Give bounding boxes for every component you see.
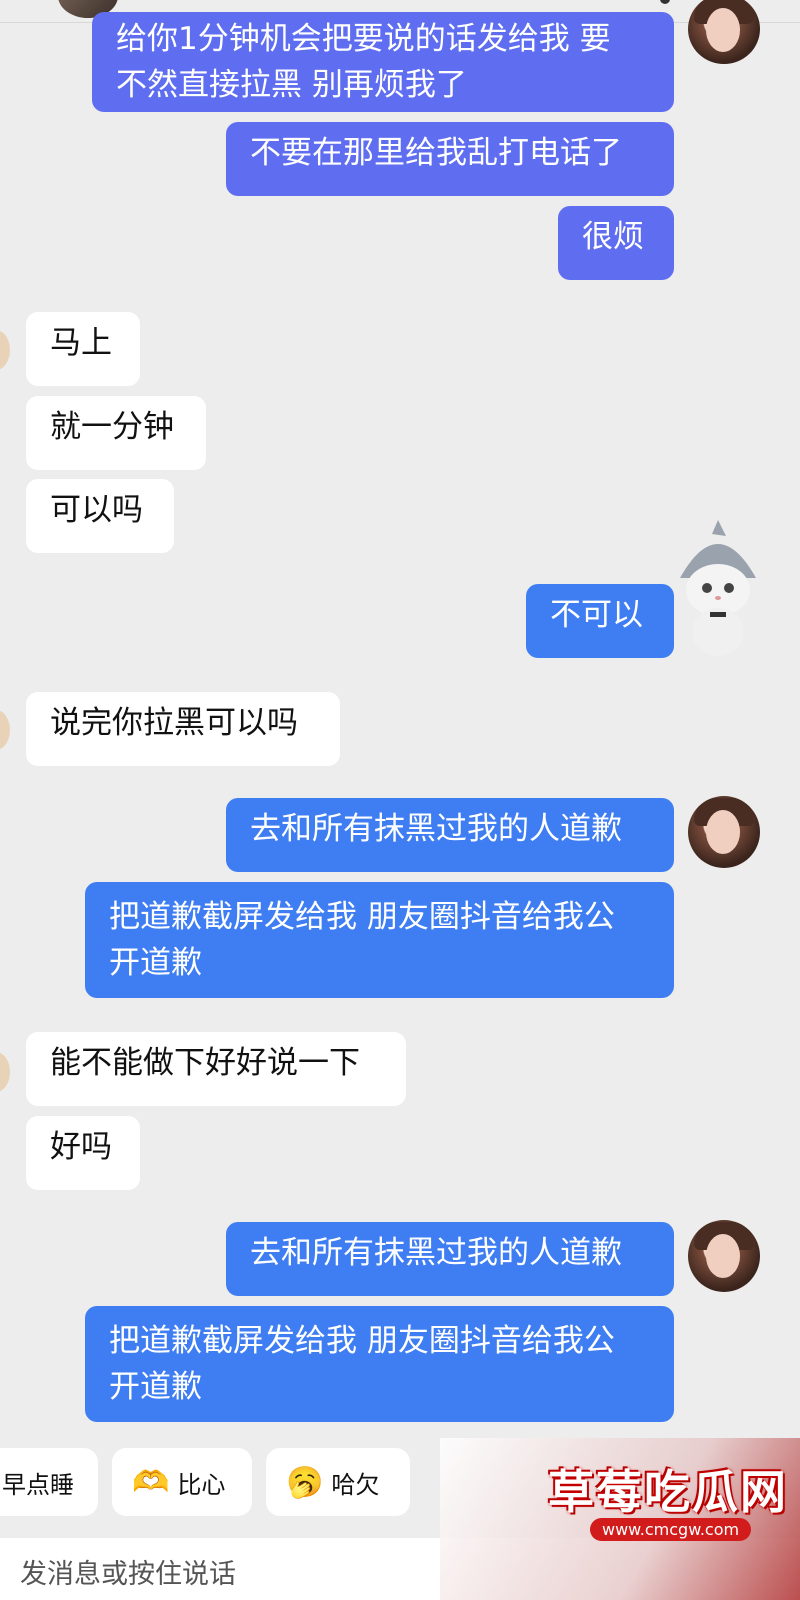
incoming-message[interactable]: 说完你拉黑可以吗 [26,692,340,766]
quick-reply-chip[interactable]: 🥱 哈欠 [266,1448,410,1516]
outgoing-message[interactable]: 去和所有抹黑过我的人道歉 [226,798,674,872]
watermark-title: 草莓吃瓜网 [548,1465,788,1519]
sender-avatar[interactable] [688,796,760,868]
quick-reply-label: 哈欠 [331,1470,380,1499]
incoming-message[interactable]: 可以吗 [26,479,174,553]
yawn-emoji-icon: 🥱 [286,1464,324,1500]
heart-hands-emoji-icon: 🫶 [132,1464,170,1500]
more-dot-icon[interactable] [660,0,670,4]
peer-avatar[interactable] [0,330,10,370]
quick-reply-label: 早点睡 [2,1470,74,1499]
quick-reply-label: 比心 [177,1470,226,1499]
peer-avatar[interactable] [0,710,10,750]
outgoing-message[interactable]: 把道歉截屏发给我 朋友圈抖音给我公 开道歉 [85,882,674,998]
watermark-url: www.cmcgw.com [590,1518,752,1541]
quick-reply-chip[interactable]: 🫶 比心 [112,1448,252,1516]
message-input-placeholder: 发消息或按住说话 [20,1559,236,1590]
site-watermark: 草莓吃瓜网 www.cmcgw.com [440,1438,800,1600]
outgoing-message[interactable]: 给你1分钟机会把要说的话发给我 要 不然直接拉黑 别再烦我了 [92,12,674,112]
peer-avatar[interactable] [0,1052,10,1092]
incoming-message[interactable]: 就一分钟 [26,396,206,470]
sender-avatar[interactable] [688,1220,760,1292]
outgoing-message[interactable]: 去和所有抹黑过我的人道歉 [226,1222,674,1296]
quick-reply-chip[interactable]: 早点睡 [0,1448,98,1516]
outgoing-message[interactable]: 把道歉截屏发给我 朋友圈抖音给我公 开道歉 [85,1306,674,1422]
outgoing-message[interactable]: 不要在那里给我乱打电话了 [226,122,674,196]
incoming-message[interactable]: 马上 [26,312,140,386]
incoming-message[interactable]: 好吗 [26,1116,140,1190]
sender-avatar[interactable] [688,0,760,64]
outgoing-message[interactable]: 很烦 [558,206,674,280]
outgoing-message[interactable]: 不可以 [526,584,674,658]
incoming-message[interactable]: 能不能做下好好说一下 [26,1032,406,1106]
shark-cat-sticker-avatar[interactable] [668,520,768,660]
